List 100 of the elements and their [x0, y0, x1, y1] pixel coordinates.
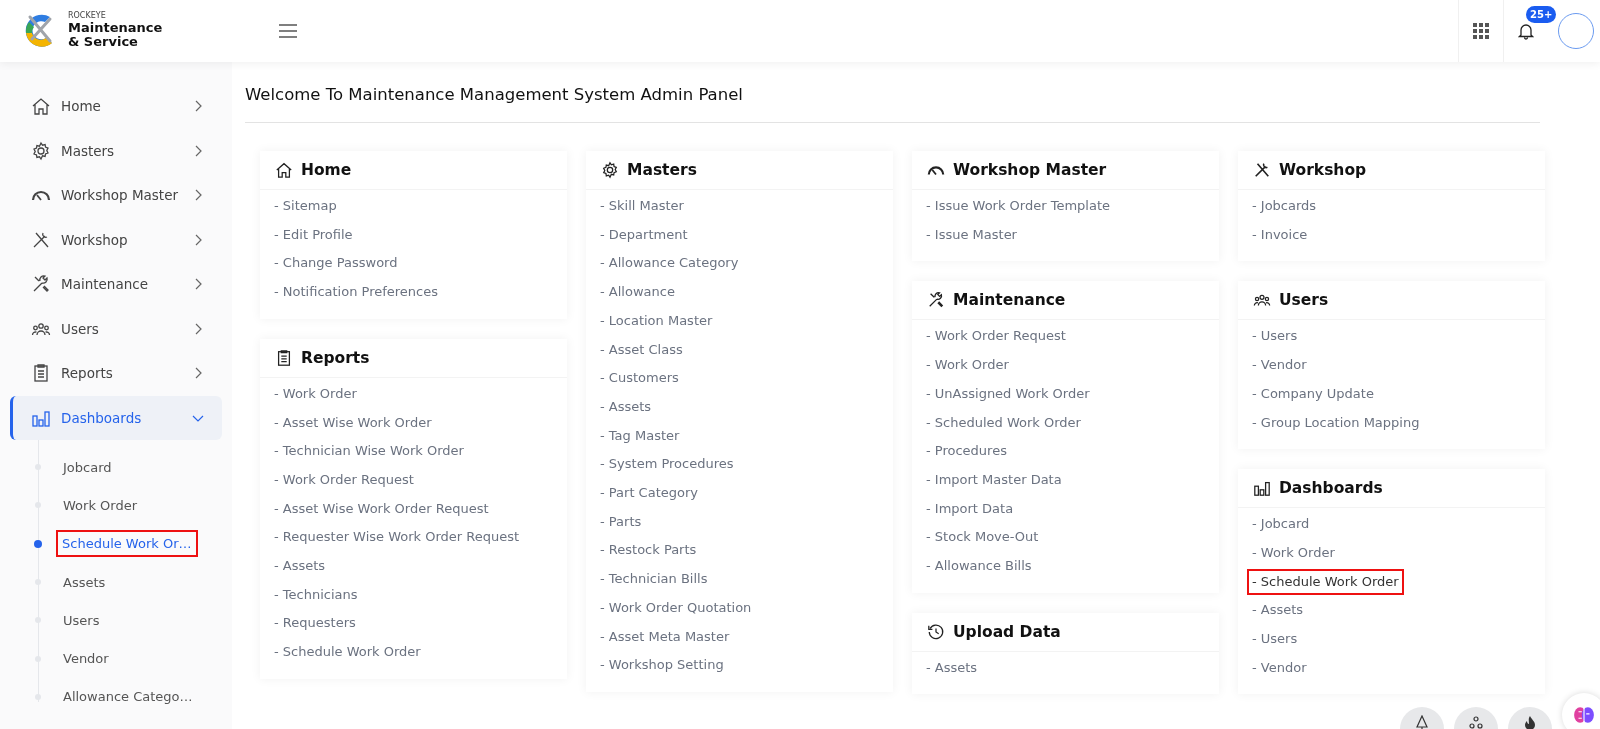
sidebar-subitem[interactable]: Users: [59, 608, 104, 632]
home-icon: [31, 96, 51, 117]
menu-link[interactable]: - Workshop Setting: [600, 651, 724, 680]
notification-count-badge: 25+: [1526, 6, 1557, 23]
menu-link[interactable]: - Assets: [600, 392, 652, 422]
menu-link[interactable]: - Asset Wise Work Order Request: [274, 494, 489, 524]
menu-link[interactable]: - Customers: [600, 364, 679, 393]
menu-link[interactable]: - Users: [1252, 322, 1298, 352]
sidebar-item[interactable]: Maintenance: [10, 262, 222, 307]
menu-link[interactable]: - Allowance Category: [600, 249, 739, 279]
menu-link[interactable]: - Allowance Bills: [926, 552, 1032, 581]
wrench-screwdriver-icon: [927, 291, 945, 310]
card-title: Masters: [627, 161, 697, 179]
menu-link[interactable]: - UnAssigned Work Order: [926, 379, 1090, 409]
menu-link[interactable]: - Part Category: [600, 479, 698, 508]
menu-link[interactable]: - Schedule Work Order: [274, 638, 421, 667]
app-title: Maintenance: [68, 21, 163, 36]
clipboard-icon: [275, 348, 293, 367]
menu-link[interactable]: - Jobcards: [1252, 192, 1317, 221]
notification-bell-icon[interactable]: [1518, 22, 1534, 40]
menu-link[interactable]: - Requester Wise Work Order Request: [274, 523, 520, 553]
menu-link[interactable]: - Issue Work Order Template: [926, 192, 1111, 221]
menu-link[interactable]: - Stock Move-Out: [926, 523, 1039, 553]
menu-link[interactable]: - Asset Class: [600, 335, 683, 365]
flame-icon: [1522, 715, 1538, 729]
card-title: Users: [1279, 291, 1329, 310]
menu-link[interactable]: - Restock Parts: [600, 536, 697, 566]
menu-link[interactable]: - Import Data: [926, 494, 1014, 524]
card-title: Upload Data: [953, 622, 1061, 641]
sidebar-subitem[interactable]: Schedule Work Or…: [58, 532, 196, 556]
menu-link[interactable]: - Notification Preferences: [274, 278, 438, 307]
settings-icon: [601, 161, 619, 179]
menu-link[interactable]: - Assets: [926, 653, 978, 683]
users-icon: [1468, 715, 1484, 729]
menu-link[interactable]: - Location Master: [600, 306, 713, 336]
brain-icon: [1573, 704, 1595, 726]
sidebar-item[interactable]: Masters: [10, 128, 222, 173]
sidebar-subitem[interactable]: Jobcard: [59, 455, 116, 479]
menu-link[interactable]: - Assets: [1252, 596, 1304, 626]
clipboard-icon: [31, 363, 51, 384]
card-title: Maintenance: [953, 291, 1066, 310]
sidebar-item[interactable]: Workshop: [10, 217, 222, 262]
page-title: Welcome To Maintenance Management System Admin Panel: [245, 85, 1540, 123]
card-title: Workshop Master: [953, 161, 1107, 179]
sidebar-subitem[interactable]: Assets: [59, 570, 110, 594]
menu-link[interactable]: - Users: [1252, 625, 1298, 654]
tree-icon: [1414, 715, 1430, 729]
menu-link[interactable]: - Work Order: [1252, 538, 1335, 568]
menu-link[interactable]: - Procedures: [926, 437, 1007, 466]
menu-link[interactable]: - Technician Bills: [600, 565, 708, 594]
menu-link[interactable]: - Vendor: [1252, 653, 1307, 683]
settings-icon: [31, 140, 51, 161]
menu-link[interactable]: - Scheduled Work Order: [926, 408, 1081, 438]
sidebar-item[interactable]: Users: [10, 306, 222, 351]
menu-link[interactable]: - Work Order Quotation: [600, 593, 752, 623]
menu-icon[interactable]: [279, 24, 297, 38]
menu-link[interactable]: - Work Order Request: [926, 322, 1066, 352]
card-title: Home: [301, 161, 352, 179]
menu-link[interactable]: - Jobcard: [1252, 510, 1310, 539]
card-title: Workshop: [1279, 161, 1367, 179]
menu-link[interactable]: - System Procedures: [600, 450, 734, 480]
sidebar-item[interactable]: Home: [10, 84, 222, 129]
menu-link[interactable]: - Technician Wise Work Order: [274, 437, 464, 466]
menu-link[interactable]: - Issue Master: [926, 220, 1017, 250]
menu-link[interactable]: - Technicians: [274, 580, 358, 610]
sidebar-item[interactable]: Workshop Master: [10, 173, 222, 218]
menu-link[interactable]: - Assets: [274, 552, 326, 581]
menu-link[interactable]: - Department: [600, 220, 688, 250]
menu-link[interactable]: - Vendor: [1252, 351, 1307, 380]
menu-link[interactable]: - Invoice: [1252, 220, 1308, 250]
tools-icon: [1253, 161, 1271, 179]
menu-link[interactable]: - Requesters: [274, 609, 356, 639]
bar-chart-icon: [1253, 479, 1271, 498]
sidebar-subitem[interactable]: Work Order: [59, 493, 141, 517]
sidebar-subitem[interactable]: Allowance Catego…: [59, 685, 197, 709]
menu-link[interactable]: - Import Master Data: [926, 465, 1062, 495]
menu-link[interactable]: - Allowance: [600, 278, 675, 307]
menu-link[interactable]: - Parts: [600, 507, 642, 537]
sidebar-item[interactable]: Dashboards: [10, 395, 222, 440]
sidebar-subitem[interactable]: Vendor: [59, 647, 113, 671]
menu-link[interactable]: - Sitemap: [274, 192, 337, 221]
history-icon: [927, 622, 945, 641]
card-title: Reports: [301, 348, 370, 367]
menu-link[interactable]: - Asset Wise Work Order: [274, 408, 432, 438]
menu-link[interactable]: - Edit Profile: [274, 220, 353, 250]
menu-link[interactable]: - Company Update: [1252, 379, 1374, 409]
menu-link[interactable]: - Skill Master: [600, 192, 684, 221]
menu-link[interactable]: - Group Location Mapping: [1252, 408, 1420, 438]
apps-grid-icon[interactable]: [1473, 23, 1489, 39]
card-title: Dashboards: [1279, 479, 1383, 498]
menu-link[interactable]: - Work Order: [274, 379, 357, 409]
menu-link[interactable]: - Work Order Request: [274, 465, 414, 495]
menu-link[interactable]: - Change Password: [274, 249, 398, 279]
menu-link[interactable]: - Schedule Work Order: [1246, 567, 1405, 597]
menu-link[interactable]: - Work Order: [926, 351, 1009, 380]
menu-link[interactable]: - Tag Master: [600, 421, 680, 451]
app-subtitle: & Service: [68, 35, 139, 50]
menu-link[interactable]: - Asset Meta Master: [600, 622, 730, 652]
sidebar-item[interactable]: Reports: [10, 351, 222, 396]
home-icon: [275, 161, 293, 179]
